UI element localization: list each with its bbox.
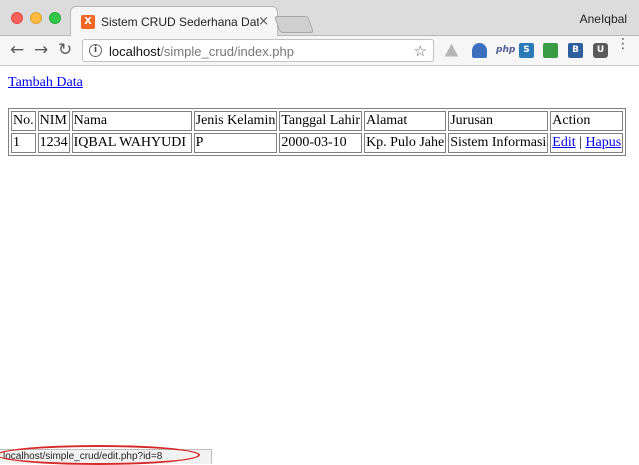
back-arrow-icon[interactable]: ← bbox=[10, 40, 24, 60]
column-header-nim: NIM bbox=[37, 111, 70, 131]
google-drive-extension-icon[interactable] bbox=[444, 43, 459, 57]
xampp-favicon-icon: X bbox=[81, 15, 95, 29]
address-bar[interactable]: i localhost/simple_crud/index.php ☆ bbox=[82, 39, 434, 62]
close-window-button[interactable] bbox=[11, 12, 23, 24]
data-table: No. NIM Nama Jenis Kelamin Tanggal Lahir… bbox=[8, 108, 627, 156]
forward-arrow-icon[interactable]: → bbox=[34, 40, 48, 60]
cell-jenis-kelamin: P bbox=[193, 133, 278, 153]
browser-toolbar: ← → ↻ i localhost/simple_crud/index.php … bbox=[0, 36, 639, 66]
url-text[interactable]: localhost/simple_crud/index.php bbox=[109, 44, 294, 59]
browser-tab-active[interactable]: X Sistem CRUD Sederhana Data × bbox=[70, 6, 278, 37]
column-header-alamat: Alamat bbox=[364, 111, 447, 131]
cell-nim: 1234 bbox=[37, 133, 70, 153]
edit-link[interactable]: Edit bbox=[552, 135, 575, 150]
cell-jurusan: Sistem Informasi bbox=[448, 133, 549, 153]
table-row: 1 1234 IQBAL WAHYUDI P 2000-03-10 Kp. Pu… bbox=[11, 133, 624, 153]
minimize-window-button[interactable] bbox=[30, 12, 42, 24]
url-host: localhost bbox=[109, 44, 161, 59]
info-icon[interactable]: i bbox=[89, 44, 102, 57]
page-content: Tambah Data No. NIM Nama Jenis Kelamin T… bbox=[0, 67, 639, 464]
php-extension-icon[interactable]: php bbox=[496, 43, 515, 58]
reload-icon[interactable]: ↻ bbox=[58, 40, 72, 60]
s-extension-icon[interactable]: S bbox=[519, 43, 534, 58]
title-bar: X Sistem CRUD Sederhana Data × AneIqbal bbox=[0, 0, 639, 37]
tambah-data-link[interactable]: Tambah Data bbox=[8, 75, 83, 91]
cell-no: 1 bbox=[11, 133, 36, 153]
cell-alamat: Kp. Pulo Jahe bbox=[364, 133, 447, 153]
stack-extension-icon[interactable] bbox=[543, 43, 558, 58]
url-path: /simple_crud/index.php bbox=[160, 44, 295, 59]
column-header-no: No. bbox=[11, 111, 36, 131]
tab-close-icon[interactable]: × bbox=[258, 14, 269, 29]
profile-name[interactable]: AneIqbal bbox=[580, 12, 627, 26]
cell-nama: IQBAL WAHYUDI bbox=[71, 133, 192, 153]
bookmark-star-icon[interactable]: ☆ bbox=[414, 42, 427, 60]
new-tab-button[interactable] bbox=[273, 16, 315, 33]
column-header-action: Action bbox=[550, 111, 624, 131]
column-header-nama: Nama bbox=[71, 111, 192, 131]
cell-tanggal-lahir: 2000-03-10 bbox=[279, 133, 363, 153]
square-extension-icon[interactable]: U bbox=[593, 43, 608, 58]
browser-menu-icon[interactable]: ⋮ bbox=[616, 37, 630, 51]
tab-title: Sistem CRUD Sederhana Data bbox=[101, 15, 259, 29]
column-header-jurusan: Jurusan bbox=[448, 111, 549, 131]
hapus-link[interactable]: Hapus bbox=[585, 135, 621, 150]
column-header-tanggal-lahir: Tanggal Lahir bbox=[279, 111, 363, 131]
maximize-window-button[interactable] bbox=[49, 12, 61, 24]
user-extension-icon[interactable] bbox=[472, 43, 487, 58]
b-extension-icon[interactable]: B bbox=[568, 43, 583, 58]
cell-action: Edit | Hapus bbox=[550, 133, 624, 153]
action-separator: | bbox=[579, 135, 582, 150]
table-header-row: No. NIM Nama Jenis Kelamin Tanggal Lahir… bbox=[11, 111, 624, 131]
red-ellipse-annotation bbox=[0, 445, 200, 465]
column-header-jenis-kelamin: Jenis Kelamin bbox=[193, 111, 278, 131]
